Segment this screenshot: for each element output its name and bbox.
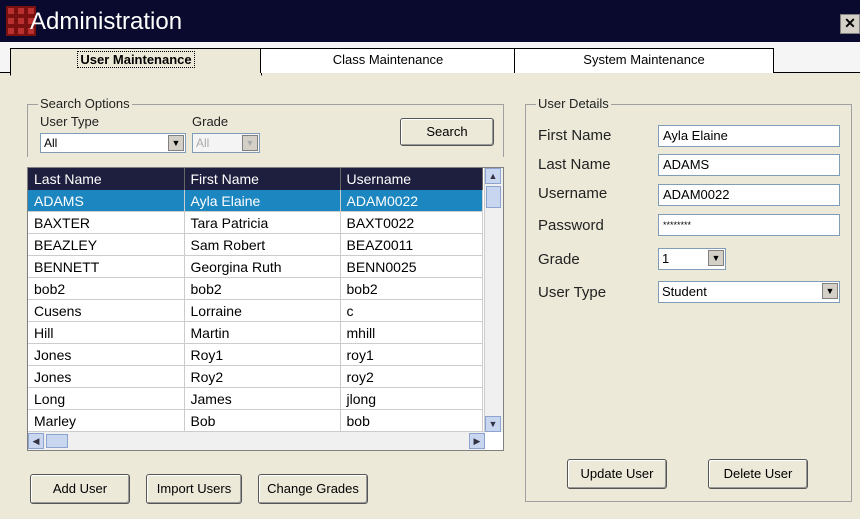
cell-first-name: Martin — [184, 321, 341, 344]
cell-last-name: Jones — [28, 365, 185, 388]
cell-last-name: Marley — [28, 409, 185, 432]
cell-first-name: Tara Patricia — [184, 211, 341, 234]
user-type-detail-value: Student — [662, 284, 707, 299]
cell-username: jlong — [340, 387, 483, 410]
cell-first-name: Georgina Ruth — [184, 255, 341, 278]
grade-select[interactable]: All ▼ — [192, 133, 260, 153]
close-icon[interactable]: ✕ — [840, 14, 860, 34]
window-title: Administration — [30, 8, 183, 35]
user-type-select[interactable]: All ▼ — [40, 133, 186, 153]
tab-system-maintenance[interactable]: System Maintenance — [514, 48, 774, 73]
arrow-left-icon[interactable]: ◀ — [28, 433, 44, 449]
table-row[interactable]: Hill Martin mhill — [28, 321, 483, 344]
title-bar: Administration ✕ — [0, 0, 860, 42]
column-header-first-name[interactable]: First Name — [184, 168, 341, 190]
user-type-detail-label: User Type — [538, 284, 607, 301]
password-field[interactable]: ******** — [658, 214, 840, 236]
first-name-field[interactable]: Ayla Elaine — [658, 125, 840, 147]
grid-header-row: Last Name First Name Username — [28, 168, 483, 190]
arrow-down-icon[interactable]: ▼ — [485, 416, 501, 432]
user-type-value: All — [44, 136, 58, 150]
cell-last-name: bob2 — [28, 277, 185, 300]
tab-user-maintenance[interactable]: User Maintenance — [10, 48, 262, 76]
grade-value: All — [196, 136, 210, 150]
cell-last-name: BENNETT — [28, 255, 185, 278]
scroll-thumb[interactable] — [46, 434, 68, 448]
user-type-label: User Type — [40, 114, 100, 129]
cell-username: bob2 — [340, 277, 483, 300]
table-row[interactable]: Marley Bob bob — [28, 409, 483, 432]
cell-username: BENN0025 — [340, 255, 483, 278]
last-name-label: Last Name — [538, 156, 611, 173]
table-row[interactable]: bob2 bob2 bob2 — [28, 277, 483, 300]
search-button[interactable]: Search — [400, 118, 494, 146]
arrow-up-icon[interactable]: ▲ — [485, 168, 501, 184]
cell-first-name: Lorraine — [184, 299, 341, 322]
horizontal-scrollbar[interactable]: ◀ ▶ — [28, 431, 485, 450]
tab-class-maintenance[interactable]: Class Maintenance — [260, 48, 516, 73]
cell-first-name: Roy1 — [184, 343, 341, 366]
cell-username: BEAZ0011 — [340, 233, 483, 256]
search-options-legend: Search Options — [38, 96, 132, 111]
cell-username: mhill — [340, 321, 483, 344]
tab-strip: User Maintenance Class Maintenance Syste… — [0, 42, 860, 76]
cell-first-name: Bob — [184, 409, 341, 432]
table-row[interactable]: ADAMS Ayla Elaine ADAM0022 — [28, 190, 483, 212]
column-header-last-name[interactable]: Last Name — [28, 168, 185, 190]
vertical-scrollbar[interactable]: ▲ ▼ — [484, 168, 503, 432]
grade-detail-select[interactable]: 1 ▼ — [658, 248, 726, 270]
table-row[interactable]: Cusens Lorraine c — [28, 299, 483, 322]
table-row[interactable]: Long James jlong — [28, 387, 483, 410]
grade-label: Grade — [192, 114, 229, 129]
users-table: Last Name First Name Username ADAMS Ayla … — [28, 168, 483, 432]
scroll-thumb[interactable] — [486, 186, 501, 208]
arrow-right-icon[interactable]: ▶ — [469, 433, 485, 449]
last-name-field[interactable]: ADAMS — [658, 154, 840, 176]
cell-username: BAXT0022 — [340, 211, 483, 234]
table-row[interactable]: BAXTER Tara Patricia BAXT0022 — [28, 211, 483, 234]
cell-last-name: Jones — [28, 343, 185, 366]
cell-last-name: ADAMS — [28, 190, 185, 212]
chevron-down-icon[interactable]: ▼ — [708, 250, 724, 266]
first-name-label: First Name — [538, 127, 612, 144]
table-row[interactable]: Jones Roy1 roy1 — [28, 343, 483, 366]
chevron-down-icon[interactable]: ▼ — [168, 135, 184, 151]
grade-detail-value: 1 — [662, 251, 670, 266]
cell-username: ADAM0022 — [340, 190, 483, 212]
users-grid[interactable]: Last Name First Name Username ADAMS Ayla … — [27, 167, 504, 451]
table-row[interactable]: BEAZLEY Sam Robert BEAZ0011 — [28, 233, 483, 256]
cell-last-name: BAXTER — [28, 211, 185, 234]
change-grades-button[interactable]: Change Grades — [258, 474, 368, 504]
update-user-button[interactable]: Update User — [567, 459, 667, 489]
table-row[interactable]: BENNETT Georgina Ruth BENN0025 — [28, 255, 483, 278]
chevron-down-icon[interactable]: ▼ — [822, 283, 838, 299]
add-user-button[interactable]: Add User — [30, 474, 130, 504]
cell-last-name: BEAZLEY — [28, 233, 185, 256]
cell-username: roy1 — [340, 343, 483, 366]
cell-last-name: Hill — [28, 321, 185, 344]
username-label: Username — [538, 185, 608, 202]
cell-first-name: Ayla Elaine — [184, 190, 341, 212]
delete-user-button[interactable]: Delete User — [708, 459, 808, 489]
cell-last-name: Cusens — [28, 299, 185, 322]
user-type-detail-select[interactable]: Student ▼ — [658, 281, 840, 303]
cell-first-name: Roy2 — [184, 365, 341, 388]
cell-username: roy2 — [340, 365, 483, 388]
username-field[interactable]: ADAM0022 — [658, 184, 840, 206]
cell-first-name: bob2 — [184, 277, 341, 300]
cell-username: bob — [340, 409, 483, 432]
import-users-button[interactable]: Import Users — [146, 474, 242, 504]
cell-first-name: James — [184, 387, 341, 410]
password-label: Password — [538, 217, 604, 234]
cell-username: c — [340, 299, 483, 322]
chevron-down-icon[interactable]: ▼ — [242, 135, 258, 151]
cell-first-name: Sam Robert — [184, 233, 341, 256]
table-row[interactable]: Jones Roy2 roy2 — [28, 365, 483, 388]
user-details-legend: User Details — [536, 96, 611, 111]
column-header-username[interactable]: Username — [340, 168, 483, 190]
grade-detail-label: Grade — [538, 251, 580, 268]
cell-last-name: Long — [28, 387, 185, 410]
